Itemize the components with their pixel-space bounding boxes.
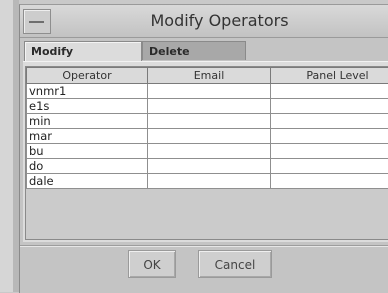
operator-cell[interactable]: bu <box>27 144 148 159</box>
panel-level-cell[interactable] <box>271 129 388 144</box>
table-header-row: Operator Email Panel Level <box>27 68 388 84</box>
panel-level-cell[interactable] <box>271 159 388 174</box>
column-header-panel-level[interactable]: Panel Level <box>271 68 388 84</box>
panel-level-cell[interactable] <box>271 174 388 189</box>
table-row[interactable]: bu <box>27 144 388 159</box>
operator-cell[interactable]: vnmr1 <box>27 84 148 99</box>
table-row[interactable]: e1s <box>27 99 388 114</box>
panel-level-cell[interactable] <box>271 84 388 99</box>
table-row[interactable]: mar <box>27 129 388 144</box>
column-header-email[interactable]: Email <box>148 68 271 84</box>
operators-table: Operator Email Panel Level vnmr1 e1s <box>26 67 388 189</box>
title-bar[interactable]: Modify Operators <box>20 5 388 38</box>
email-cell[interactable] <box>148 99 271 114</box>
operators-table-container[interactable]: Operator Email Panel Level vnmr1 e1s <box>25 66 388 240</box>
table-row[interactable]: min <box>27 114 388 129</box>
tab-modify-operators[interactable]: Modify Operators <box>24 41 142 62</box>
ok-button[interactable]: OK <box>128 250 176 278</box>
window-menu-icon <box>29 21 44 23</box>
email-cell[interactable] <box>148 114 271 129</box>
tab-panel: Operator Email Panel Level vnmr1 e1s <box>23 61 388 242</box>
email-cell[interactable] <box>148 159 271 174</box>
panel-level-cell[interactable] <box>271 99 388 114</box>
panel-level-cell[interactable] <box>271 114 388 129</box>
operator-cell[interactable]: dale <box>27 174 148 189</box>
column-header-operator[interactable]: Operator <box>27 68 148 84</box>
window-title: Modify Operators <box>50 11 388 30</box>
operator-cell[interactable]: mar <box>27 129 148 144</box>
button-area-divider-highlight <box>20 246 388 247</box>
email-cell[interactable] <box>148 174 271 189</box>
table-row[interactable]: vnmr1 <box>27 84 388 99</box>
panel-level-cell[interactable] <box>271 144 388 159</box>
window-menu-button[interactable] <box>23 9 51 34</box>
tab-delete-operator[interactable]: Delete Operator <box>142 41 246 60</box>
email-cell[interactable] <box>148 144 271 159</box>
operator-cell[interactable]: e1s <box>27 99 148 114</box>
operator-cell[interactable]: do <box>27 159 148 174</box>
email-cell[interactable] <box>148 84 271 99</box>
table-row[interactable]: do <box>27 159 388 174</box>
table-row[interactable]: dale <box>27 174 388 189</box>
cancel-button[interactable]: Cancel <box>198 250 272 278</box>
operator-cell[interactable]: min <box>27 114 148 129</box>
background-window-edge <box>0 0 13 292</box>
dialog-window: Modify Operators Modify Operators Delete… <box>19 4 388 293</box>
email-cell[interactable] <box>148 129 271 144</box>
